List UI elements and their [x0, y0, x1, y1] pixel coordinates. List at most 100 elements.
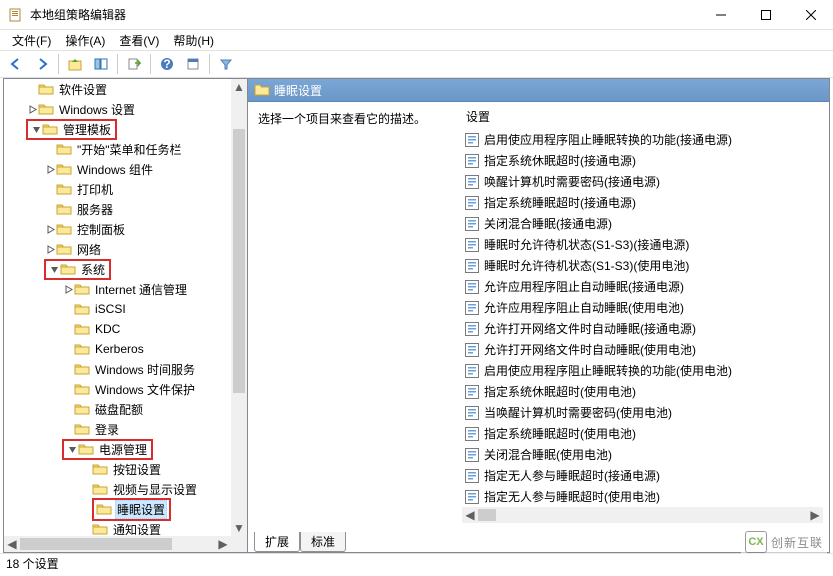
setting-item[interactable]: 允许应用程序阻止自动睡眠(使用电池)	[458, 297, 829, 318]
setting-item[interactable]: 允许应用程序阻止自动睡眠(接通电源)	[458, 276, 829, 297]
help-button[interactable]: ?	[155, 52, 179, 76]
setting-label: 当唤醒计算机时需要密码(使用电池)	[484, 404, 672, 421]
tree-item[interactable]: 控制面板	[4, 219, 231, 239]
folder-icon	[74, 421, 90, 437]
chevron-right-icon[interactable]	[26, 105, 38, 114]
tree-item[interactable]: Windows 组件	[4, 159, 231, 179]
export-button[interactable]	[122, 52, 146, 76]
list-hscrollbar[interactable]: ◀ ▶	[462, 507, 823, 523]
setting-item[interactable]: 当唤醒计算机时需要密码(使用电池)	[458, 402, 829, 423]
setting-item[interactable]: 指定无人参与睡眠超时(接通电源)	[458, 465, 829, 486]
app-icon	[8, 7, 24, 23]
chevron-right-icon[interactable]	[44, 225, 56, 234]
tab-standard[interactable]: 标准	[300, 532, 346, 552]
tree-item-label: 按钮设置	[111, 461, 163, 478]
tree-item[interactable]: 按钮设置	[4, 459, 231, 479]
tree-item[interactable]: 通知设置	[4, 519, 231, 536]
setting-item[interactable]: 启用使应用程序阻止睡眠转换的功能(接通电源)	[458, 129, 829, 150]
tree-item-label: iSCSI	[93, 302, 128, 316]
setting-item[interactable]: 启用使应用程序阻止睡眠转换的功能(使用电池)	[458, 360, 829, 381]
close-button[interactable]	[788, 0, 833, 30]
tree-item[interactable]: 管理模板	[4, 119, 231, 139]
tree-item[interactable]: 软件设置	[4, 79, 231, 99]
setting-icon	[464, 426, 480, 442]
tree-item[interactable]: 电源管理	[4, 439, 231, 459]
tree-hscrollbar[interactable]: ◀ ▶	[4, 536, 231, 552]
setting-item[interactable]: 关闭混合睡眠(接通电源)	[458, 213, 829, 234]
setting-item[interactable]: 允许打开网络文件时自动睡眠(使用电池)	[458, 339, 829, 360]
setting-icon	[464, 153, 480, 169]
chevron-right-icon[interactable]	[62, 285, 74, 294]
tree-item-label: Windows 组件	[75, 161, 155, 178]
setting-label: 允许应用程序阻止自动睡眠(接通电源)	[484, 278, 684, 295]
setting-item[interactable]: 指定无人参与睡眠超时(使用电池)	[458, 486, 829, 507]
maximize-button[interactable]	[743, 0, 788, 30]
list-header-setting: 设置	[458, 108, 829, 129]
toolbar-separator	[150, 54, 151, 74]
tree-item[interactable]: 磁盘配额	[4, 399, 231, 419]
folder-icon	[92, 461, 108, 477]
chevron-down-icon[interactable]	[30, 125, 42, 134]
chevron-right-icon[interactable]	[44, 165, 56, 174]
setting-item[interactable]: 指定系统休眠超时(接通电源)	[458, 150, 829, 171]
folder-icon	[92, 521, 108, 536]
menu-view[interactable]: 查看(V)	[113, 31, 165, 50]
forward-button[interactable]	[30, 52, 54, 76]
tree-item-label: 服务器	[75, 201, 115, 218]
setting-label: 允许打开网络文件时自动睡眠(接通电源)	[484, 320, 696, 337]
main-area: 软件设置Windows 设置管理模板"开始"菜单和任务栏 Windows 组件打印…	[3, 78, 830, 553]
tree-item[interactable]: KDC	[4, 319, 231, 339]
tree-item[interactable]: Kerberos	[4, 339, 231, 359]
status-text: 18 个设置	[6, 555, 59, 572]
toolbar-separator	[209, 54, 210, 74]
menu-action[interactable]: 操作(A)	[59, 31, 111, 50]
chevron-right-icon[interactable]	[44, 245, 56, 254]
tree-item-label: 登录	[93, 421, 121, 438]
setting-item[interactable]: 指定系统休眠超时(使用电池)	[458, 381, 829, 402]
chevron-down-icon[interactable]	[66, 445, 78, 454]
description-text: 选择一个项目来查看它的描述。	[258, 110, 448, 133]
show-hide-button[interactable]	[89, 52, 113, 76]
setting-item[interactable]: 睡眠时允许待机状态(S1-S3)(使用电池)	[458, 255, 829, 276]
tree-item[interactable]: 打印机	[4, 179, 231, 199]
setting-item[interactable]: 唤醒计算机时需要密码(接通电源)	[458, 171, 829, 192]
tree-vscrollbar[interactable]: ▲ ▼	[231, 79, 247, 536]
tree-item[interactable]: 睡眠设置	[4, 499, 231, 519]
folder-icon	[38, 81, 54, 97]
setting-item[interactable]: 关闭混合睡眠(使用电池)	[458, 444, 829, 465]
setting-item[interactable]: 指定系统睡眠超时(接通电源)	[458, 192, 829, 213]
tree-item[interactable]: 网络	[4, 239, 231, 259]
tree-scroll: 软件设置Windows 设置管理模板"开始"菜单和任务栏 Windows 组件打印…	[4, 79, 231, 536]
tree-item[interactable]: Windows 设置	[4, 99, 231, 119]
back-button[interactable]	[4, 52, 28, 76]
setting-item[interactable]: 允许打开网络文件时自动睡眠(接通电源)	[458, 318, 829, 339]
setting-item[interactable]: 指定系统睡眠超时(使用电池)	[458, 423, 829, 444]
tree-item[interactable]: Internet 通信管理	[4, 279, 231, 299]
filter-button[interactable]	[214, 52, 238, 76]
chevron-down-icon[interactable]	[48, 265, 60, 274]
tree-item[interactable]: Windows 时间服务	[4, 359, 231, 379]
menu-help[interactable]: 帮助(H)	[167, 31, 220, 50]
up-button[interactable]	[63, 52, 87, 76]
folder-icon	[60, 261, 76, 277]
folder-icon	[96, 501, 112, 517]
setting-icon	[464, 384, 480, 400]
setting-item[interactable]: 睡眠时允许待机状态(S1-S3)(接通电源)	[458, 234, 829, 255]
tree-item[interactable]: 视频与显示设置	[4, 479, 231, 499]
properties-button[interactable]	[181, 52, 205, 76]
tree-item[interactable]: 登录	[4, 419, 231, 439]
tree-item-label: 睡眠设置	[115, 500, 167, 519]
svg-text:?: ?	[163, 57, 170, 71]
minimize-button[interactable]	[698, 0, 743, 30]
tree-item[interactable]: 系统	[4, 259, 231, 279]
tree-item[interactable]: 服务器	[4, 199, 231, 219]
setting-label: 指定系统休眠超时(接通电源)	[484, 152, 636, 169]
setting-label: 指定系统睡眠超时(使用电池)	[484, 425, 636, 442]
tree-item[interactable]: iSCSI	[4, 299, 231, 319]
tab-extend[interactable]: 扩展	[254, 532, 300, 552]
scroll-corner	[231, 536, 247, 552]
menubar: 文件(F) 操作(A) 查看(V) 帮助(H)	[0, 30, 833, 50]
tree-item[interactable]: Windows 文件保护	[4, 379, 231, 399]
menu-file[interactable]: 文件(F)	[6, 31, 57, 50]
tree-item[interactable]: "开始"菜单和任务栏	[4, 139, 231, 159]
